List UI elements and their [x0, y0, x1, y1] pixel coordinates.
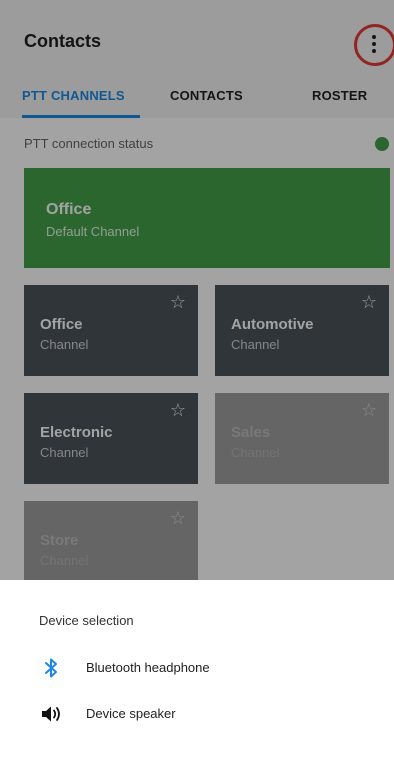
sheet-title: Device selection: [39, 613, 134, 628]
device-option-bluetooth[interactable]: Bluetooth headphone: [0, 648, 394, 688]
modal-scrim[interactable]: [0, 0, 394, 580]
contacts-screen: Contacts PTT CHANNELS CONTACTS ROSTER PT…: [0, 0, 394, 580]
device-option-label: Bluetooth headphone: [86, 660, 210, 675]
device-selection-sheet: Device selection Bluetooth headphone Dev…: [0, 580, 394, 760]
device-option-label: Device speaker: [86, 706, 176, 721]
device-option-speaker[interactable]: Device speaker: [0, 694, 394, 734]
speaker-icon: [42, 706, 60, 722]
bluetooth-icon: [45, 658, 57, 678]
